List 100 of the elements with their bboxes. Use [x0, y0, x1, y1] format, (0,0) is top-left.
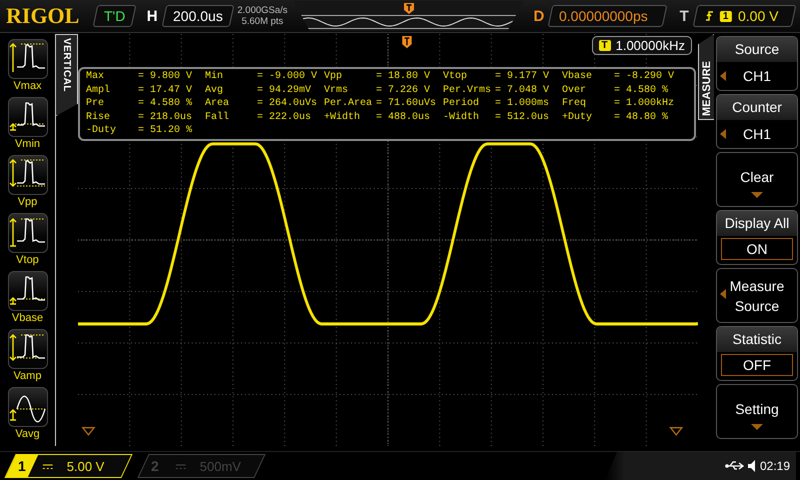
softkey-title: Display All	[717, 211, 797, 236]
measurement-type-label: Vtop	[16, 254, 39, 266]
trigger-level: 0.00 V	[737, 8, 778, 24]
sample-rate: 2.000GSa/s	[237, 5, 288, 16]
channel-scale-value: 500mV	[200, 458, 242, 474]
softkey-value: CH1	[742, 126, 771, 142]
measurement-value: = 1.000ms	[495, 97, 550, 110]
softkey-title: Setting	[735, 400, 779, 418]
vertical-tab[interactable]: VERTICAL	[56, 34, 78, 116]
menu-softkey[interactable]: Source CH1	[716, 36, 798, 91]
measurement-type-label: Vmin	[14, 138, 40, 150]
counter-value: 1.00000kHz	[616, 38, 685, 53]
measurement-name: Area	[205, 97, 230, 110]
measurement-value: = 17.47 V	[138, 84, 192, 97]
measurement-name: Pre	[86, 97, 106, 110]
measurement-value: = 264.0uVs	[257, 97, 318, 110]
measurement-type-icon[interactable]	[8, 39, 48, 79]
rising-edge-icon	[704, 10, 714, 22]
measurement-name: Vbase	[562, 70, 594, 84]
channel-scale-value: 5.00 V	[67, 458, 105, 474]
softkey-title: Counter	[717, 95, 797, 120]
menu-softkey[interactable]: Clear	[716, 152, 798, 207]
measurement-name: Per.Vrms	[443, 84, 492, 97]
softkey-title: Source	[717, 37, 797, 62]
measurement-name: Avg	[205, 84, 224, 97]
measurement-value: = -9.000 V	[257, 70, 318, 84]
menu-softkey[interactable]: Statistic OFF	[716, 326, 798, 381]
measurement-value: = 1.000kHz	[614, 97, 674, 110]
measurement-value: = 71.60uVs	[376, 97, 436, 110]
timebase-value[interactable]: 200.0us	[161, 5, 234, 27]
measurement-name: +Duty	[562, 110, 594, 124]
measurement-name: -Width	[443, 110, 480, 124]
measurement-value: = 18.80 V	[376, 70, 430, 84]
measurement-type-label: Vpp	[18, 196, 38, 208]
left-arrow-icon	[720, 129, 726, 139]
measurement-type-icon[interactable]	[8, 155, 48, 195]
trigger-settings[interactable]: 1 0.00 V	[692, 5, 796, 27]
measure-tab[interactable]: MEASURE	[698, 34, 714, 120]
trigger-source: 1	[720, 10, 732, 22]
delay-value[interactable]: 0.00000000ps	[548, 5, 668, 27]
measurement-name: +Width	[324, 110, 362, 124]
counter-source: T	[598, 40, 611, 51]
trigger-position-marker	[402, 36, 412, 48]
softkey-title: Measure	[730, 276, 784, 294]
softkey-value: CH1	[742, 68, 771, 84]
measurement-name: Vtop	[443, 70, 468, 84]
clock-time: 02:19	[760, 459, 790, 473]
measurement-type-icon[interactable]	[8, 329, 48, 369]
brand-logo: RIGOL	[6, 3, 80, 29]
measurement-type-icon[interactable]	[8, 271, 48, 311]
measurement-name: -Duty	[86, 124, 118, 138]
trigger-label: T	[680, 8, 689, 24]
offset-marker	[81, 427, 96, 436]
measurement-value: = 9.800 V	[138, 70, 192, 84]
softkey-value: OFF	[721, 354, 793, 376]
measurement-name: Rise	[86, 110, 112, 124]
softkey-title: Statistic	[717, 327, 797, 352]
measurement-type-label: Vbase	[12, 312, 44, 324]
measurement-value: = 218.0us	[138, 110, 192, 124]
softkey-value: Source	[734, 296, 780, 314]
menu-softkey[interactable]: Measure Source	[716, 268, 798, 323]
channel-number: 1	[18, 458, 26, 474]
measurement-value: = 4.580 %	[614, 84, 668, 97]
measurement-name: Max	[86, 70, 106, 84]
delay-label: D	[534, 8, 544, 24]
measurement-type-icon[interactable]	[8, 97, 48, 137]
measurement-value: = 4.580 %	[138, 97, 192, 110]
left-arrow-icon	[720, 289, 726, 299]
measurement-value: = 488.0us	[376, 110, 430, 124]
measurement-type-label: Vavg	[15, 428, 40, 440]
measurement-type-label: Vamp	[14, 370, 42, 382]
measurement-name: Ampl	[86, 84, 112, 97]
measurement-name: Over	[562, 84, 588, 97]
measurement-value: = 7.226 V	[376, 84, 430, 97]
measurement-name: Freq	[562, 97, 588, 110]
measurement-type-icon[interactable]	[8, 387, 48, 427]
measurement-name: Vrms	[324, 84, 350, 97]
dc-coupling-icon	[43, 462, 53, 470]
measurement-value: = 222.0us	[257, 110, 312, 124]
measurement-name: Per.Area	[324, 97, 374, 110]
menu-softkey[interactable]: Display All ON	[716, 210, 798, 265]
measurement-type-icon[interactable]	[8, 213, 48, 253]
dc-coupling-icon	[176, 462, 186, 470]
offset-marker	[669, 427, 684, 436]
measurement-name: Min	[205, 70, 224, 84]
measurement-value: = 48.80 %	[614, 110, 668, 124]
measurement-type-label: Vmax	[13, 80, 42, 92]
menu-softkey[interactable]: Counter CH1	[716, 94, 798, 149]
down-arrow-icon	[751, 192, 763, 198]
down-arrow-icon	[751, 424, 763, 430]
trigger-position-marker	[404, 3, 414, 14]
horizontal-label: H	[146, 8, 158, 24]
channel-scale[interactable]: 1 5.00 V	[4, 454, 133, 478]
measurement-value: = 7.048 V	[495, 84, 550, 97]
channel-number: 2	[151, 458, 159, 474]
measurement-value: = 94.29mV	[257, 84, 312, 97]
measurement-value: = 9.177 V	[495, 70, 550, 84]
softkey-value: ON	[721, 238, 793, 260]
menu-softkey[interactable]: Setting	[716, 384, 798, 439]
softkey-title: Clear	[740, 168, 774, 186]
